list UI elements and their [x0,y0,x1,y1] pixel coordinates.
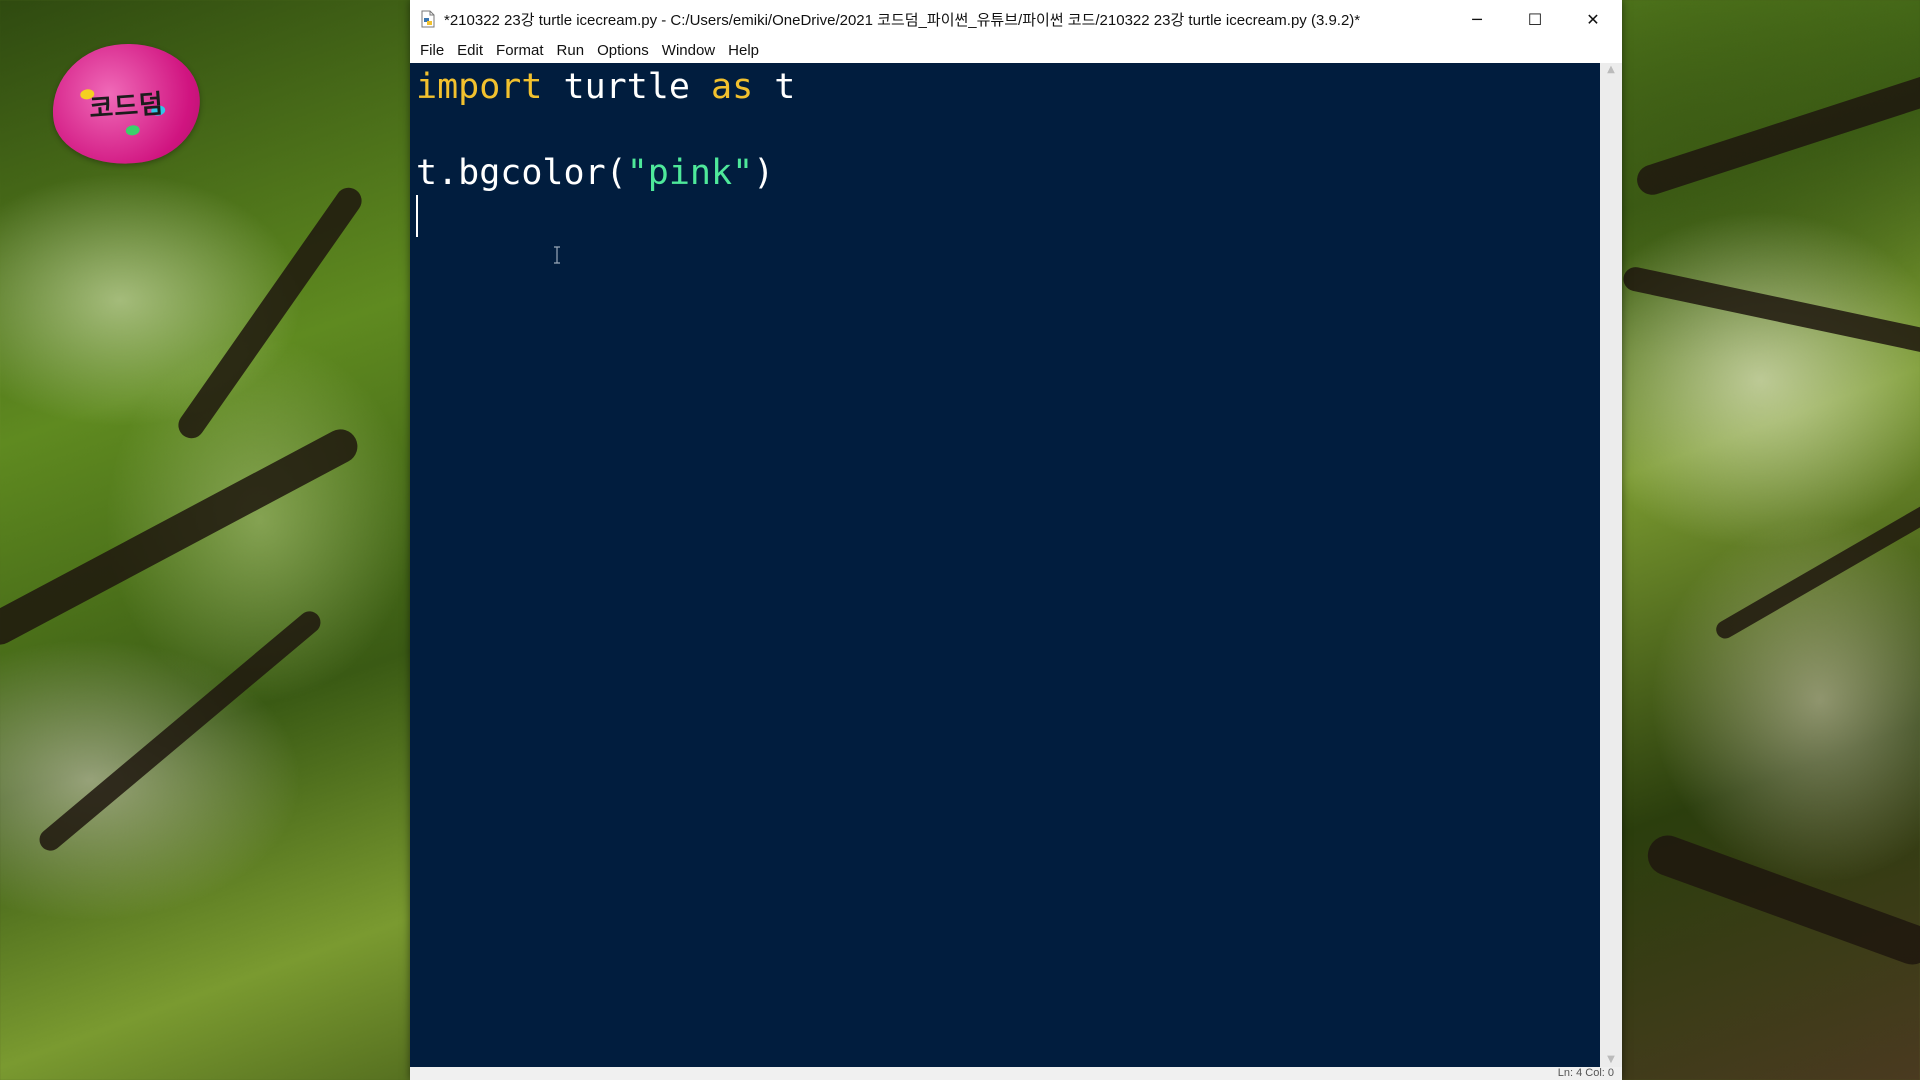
code-text: t.bgcolor( [416,153,627,193]
menu-edit[interactable]: Edit [451,42,489,59]
logo-text: 코드덤 [87,88,165,125]
menu-file[interactable]: File [414,42,450,59]
close-icon: ✕ [1586,9,1600,29]
code-line-3: t.bgcolor("pink") [416,151,774,195]
code-text: t [753,67,796,107]
code-text: turtle [542,67,712,107]
channel-logo: 코드덤 [44,34,208,174]
text-caret [416,195,418,237]
menu-bar: File Edit Format Run Options Window Help [410,38,1622,62]
string-literal: "pink" [626,153,754,193]
scroll-down-icon[interactable]: ▼ [1600,1053,1622,1067]
window-controls: ─ ☐ ✕ [1448,0,1622,38]
python-file-icon [420,10,436,28]
close-button[interactable]: ✕ [1564,0,1622,38]
menu-options[interactable]: Options [591,42,655,59]
maximize-icon: ☐ [1527,9,1543,29]
window-title: *210322 23강 turtle icecream.py - C:/User… [444,11,1361,29]
title-bar[interactable]: *210322 23강 turtle icecream.py - C:/User… [410,0,1622,38]
menu-window[interactable]: Window [656,42,721,59]
menu-run[interactable]: Run [551,42,591,59]
scroll-up-icon[interactable]: ▲ [1600,63,1622,77]
minimize-button[interactable]: ─ [1448,0,1506,38]
status-bar: Ln: 4 Col: 0 [410,1067,1622,1080]
idle-editor-window: *210322 23강 turtle icecream.py - C:/User… [410,0,1622,1080]
tree-branch [173,182,367,444]
cursor-position: Ln: 4 Col: 0 [1557,1067,1614,1079]
tree-branch [1712,496,1920,642]
code-text: ) [753,153,775,193]
code-editor[interactable]: import turtle as t t.bgcolor("pink") [410,63,1600,1067]
keyword-as: as [711,67,754,107]
code-line-1: import turtle as t [416,65,795,109]
maximize-button[interactable]: ☐ [1506,0,1564,38]
tree-branch [1621,264,1920,360]
ibeam-cursor-icon [553,246,561,264]
vertical-scrollbar[interactable]: ▲ ▼ [1600,63,1622,1067]
menu-help[interactable]: Help [722,42,765,59]
tree-branch [1633,71,1920,199]
tree-branch [1642,829,1920,971]
keyword-import: import [416,67,543,107]
menu-format[interactable]: Format [490,42,550,59]
minimize-icon: ─ [1472,9,1482,29]
tree-branch [35,606,325,856]
